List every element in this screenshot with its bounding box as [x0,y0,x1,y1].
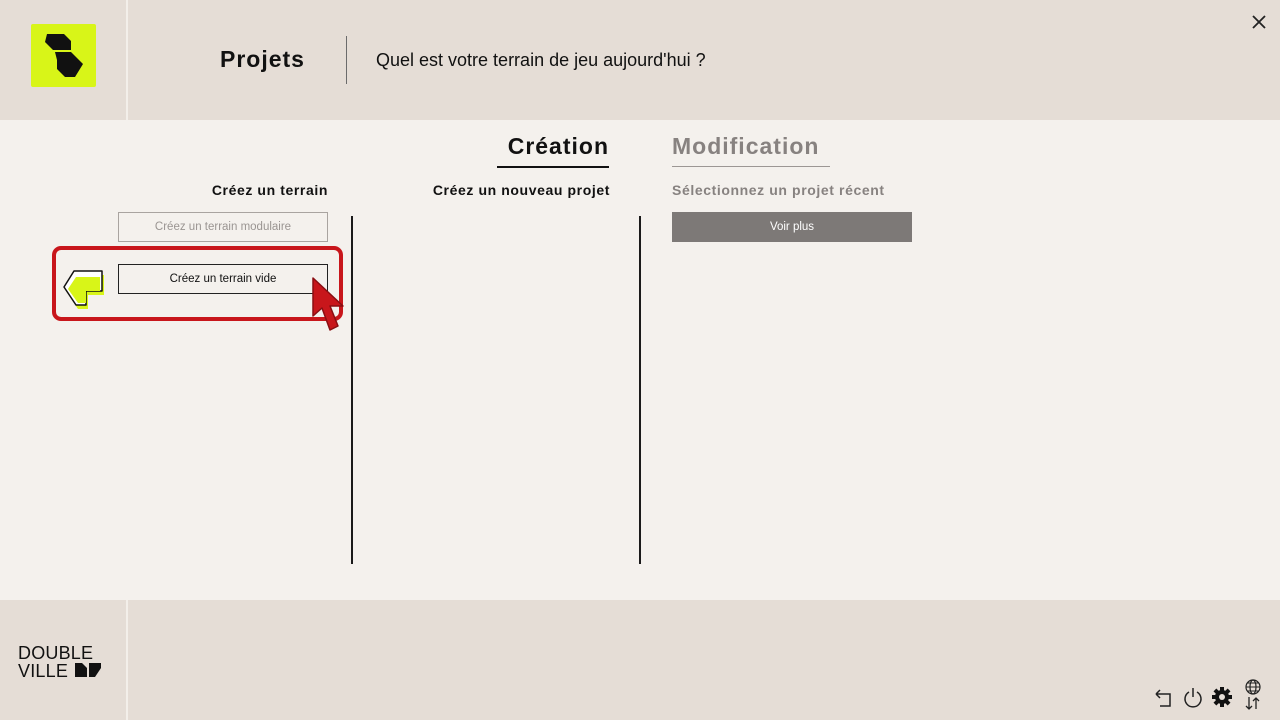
see-more-button[interactable]: Voir plus [672,212,912,242]
bottom-bar: DOUBLE VILLE [0,600,1280,720]
recent-project-heading: Sélectionnez un projet récent [672,182,885,198]
close-icon[interactable] [1248,11,1270,33]
tab-creation[interactable]: Création [497,133,609,168]
brand-cell: DOUBLE VILLE [0,600,128,720]
title-divider [346,36,347,84]
top-bar: Projets Quel est votre terrain de jeu au… [0,0,1280,120]
column-divider [639,216,641,564]
create-modular-terrain-button[interactable]: Créez un terrain modulaire [118,212,328,242]
cursor-icon [310,276,346,336]
brand-line-1: DOUBLE [18,643,94,663]
brand-mark-icon [74,662,102,678]
page-subtitle: Quel est votre terrain de jeu aujourd'hu… [376,50,706,70]
back-icon[interactable] [1152,686,1174,708]
create-terrain-heading: Créez un terrain [211,182,328,198]
highlight-box [52,246,343,321]
tab-modification[interactable]: Modification [672,133,830,167]
page-title: Projets [220,46,305,72]
column-divider [351,216,353,564]
language-icon[interactable] [1242,678,1264,712]
gear-icon[interactable] [1211,686,1233,708]
power-icon[interactable] [1182,686,1204,708]
logo-cell [0,0,128,120]
create-project-heading: Créez un nouveau projet [432,182,610,198]
app-logo[interactable] [31,24,96,87]
